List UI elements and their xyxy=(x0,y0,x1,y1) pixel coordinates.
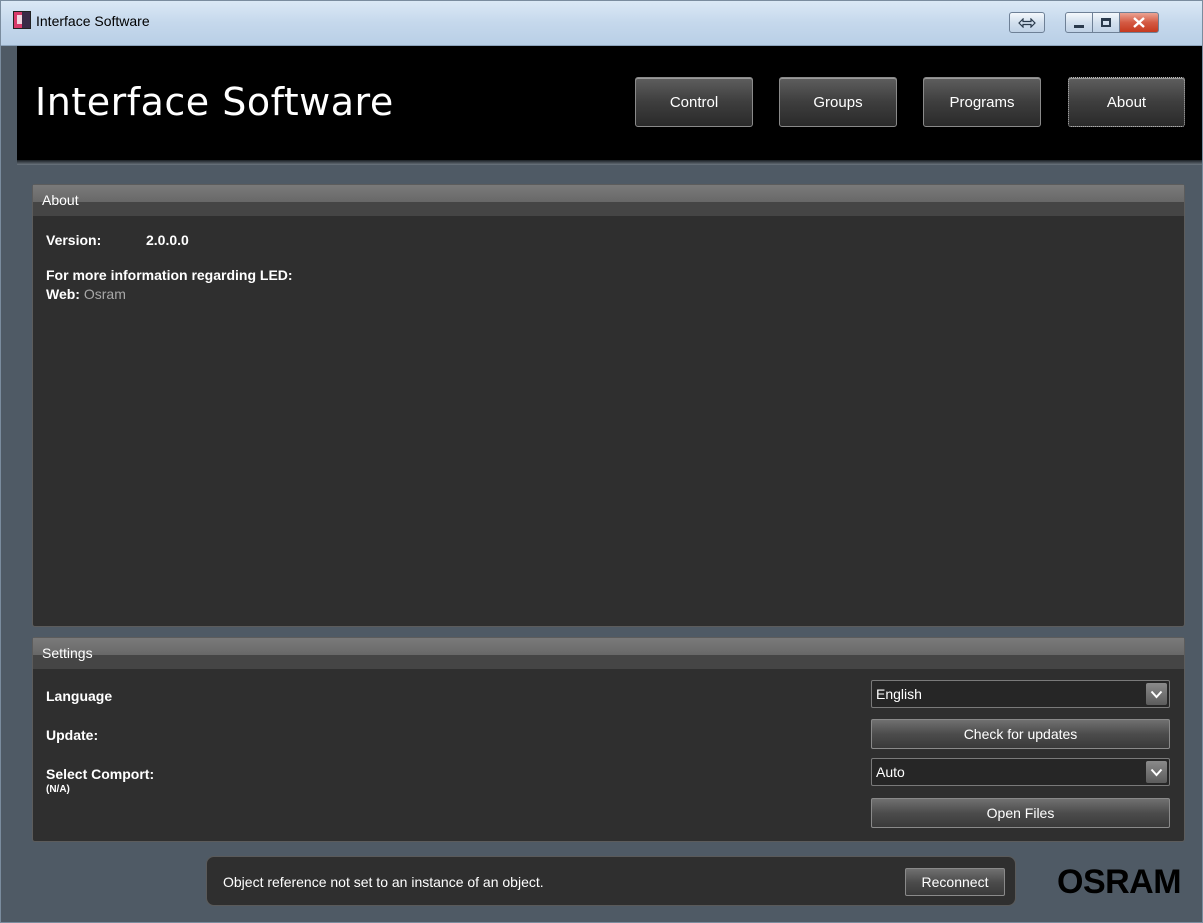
about-panel-header: About xyxy=(33,185,1184,216)
nav-groups-button[interactable]: Groups xyxy=(779,77,897,127)
web-link[interactable]: Osram xyxy=(84,286,126,302)
settings-panel: Settings Language English Update: Check … xyxy=(32,637,1185,842)
close-button[interactable] xyxy=(1119,12,1159,33)
chevron-down-icon[interactable] xyxy=(1146,683,1167,705)
chevron-down-icon[interactable] xyxy=(1146,761,1167,783)
version-value: 2.0.0.0 xyxy=(146,232,189,248)
open-files-button[interactable]: Open Files xyxy=(871,798,1170,828)
nav-about-button[interactable]: About xyxy=(1068,77,1185,127)
maximize-icon xyxy=(1101,18,1111,27)
comport-select-value: Auto xyxy=(876,764,905,780)
status-bar: Object reference not set to an instance … xyxy=(206,856,1016,906)
comport-select[interactable]: Auto xyxy=(871,758,1170,786)
window-titlebar[interactable]: Interface Software xyxy=(1,1,1202,46)
nav-programs-button[interactable]: Programs xyxy=(923,77,1041,127)
settings-section-title: Settings xyxy=(42,645,93,661)
info-text: For more information regarding LED: xyxy=(46,267,293,283)
web-row: Web: Osram xyxy=(46,286,126,302)
version-label: Version: xyxy=(46,232,102,248)
settings-panel-header: Settings xyxy=(33,638,1184,669)
maximize-button[interactable] xyxy=(1092,12,1120,33)
app-header: Interface Software Control Groups Progra… xyxy=(17,46,1202,163)
app-title: Interface Software xyxy=(35,80,394,124)
header-divider xyxy=(17,160,1202,165)
about-panel: About Version: 2.0.0.0 For more informat… xyxy=(32,184,1185,627)
reconnect-button[interactable]: Reconnect xyxy=(905,868,1005,896)
minimize-icon xyxy=(1074,25,1084,28)
comport-status: (N/A) xyxy=(46,784,70,795)
close-icon xyxy=(1133,17,1145,28)
language-label: Language xyxy=(46,688,113,704)
window-title: Interface Software xyxy=(36,13,150,29)
app-window: Interface Software Interface Software Co… xyxy=(0,0,1203,923)
minimize-button[interactable] xyxy=(1065,12,1093,33)
language-select-value: English xyxy=(876,686,922,702)
resize-icon[interactable] xyxy=(1009,12,1045,33)
osram-logo: OSRAM xyxy=(1057,863,1182,901)
nav-control-button[interactable]: Control xyxy=(635,77,753,127)
app-icon xyxy=(13,11,31,29)
update-label: Update: xyxy=(46,727,99,743)
check-updates-button[interactable]: Check for updates xyxy=(871,719,1170,749)
about-section-title: About xyxy=(42,192,79,208)
language-select[interactable]: English xyxy=(871,680,1170,708)
web-label: Web: xyxy=(46,286,80,302)
comport-label: Select Comport: xyxy=(46,766,155,782)
status-message: Object reference not set to an instance … xyxy=(223,874,544,890)
